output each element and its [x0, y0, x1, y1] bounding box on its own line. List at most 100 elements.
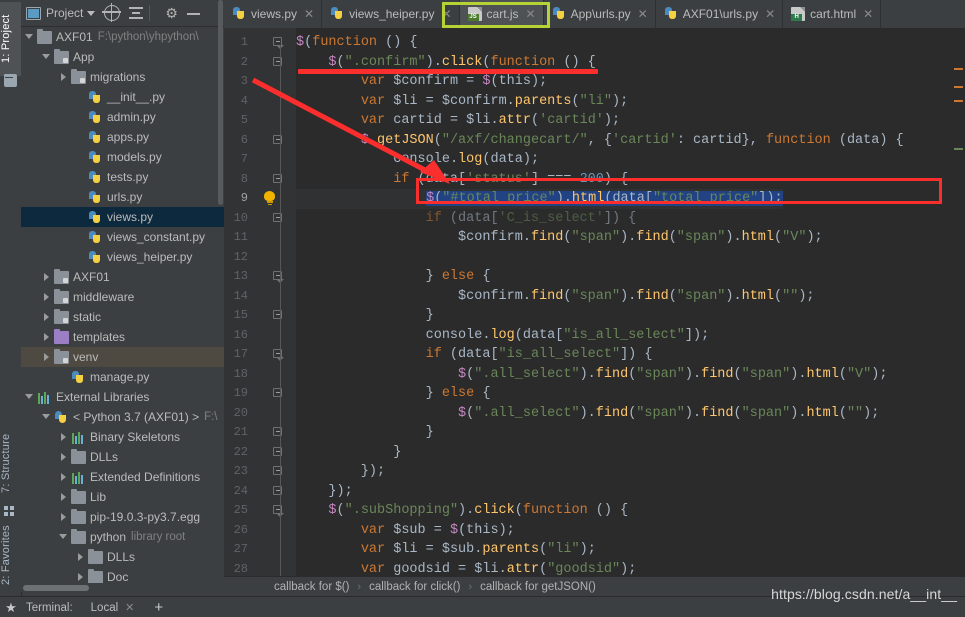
code-fold-toggle[interactable] [272, 446, 284, 458]
editor-gutter[interactable]: 1 2 3 4 5 6 7 8 9 10 11 12 13 14 15 16 17 18 19 20 21 22 23 24 2… [224, 28, 296, 576]
add-terminal-button[interactable]: + [154, 600, 163, 615]
chevron-down-icon[interactable] [25, 392, 35, 402]
chevron-right-icon[interactable] [59, 492, 69, 502]
code-line[interactable]: if (data["is_all_select"]) { [296, 345, 653, 365]
chevron-right-icon[interactable] [42, 352, 52, 362]
tree-item[interactable]: DLLs [21, 547, 224, 567]
terminal-label[interactable]: Terminal: [26, 602, 73, 614]
close-icon[interactable]: ✕ [863, 8, 873, 20]
close-icon[interactable]: ✕ [526, 8, 536, 20]
tree-item[interactable]: manage.py [21, 367, 224, 387]
code-fold-toggle[interactable] [272, 56, 284, 68]
close-icon[interactable]: ✕ [441, 8, 451, 20]
chevron-right-icon[interactable] [42, 312, 52, 322]
tree-item[interactable]: venv [21, 347, 224, 367]
code-line[interactable]: $confirm.find("span").find("span").html(… [296, 287, 815, 307]
tree-item[interactable]: python library root [21, 527, 224, 547]
close-icon[interactable]: ✕ [638, 8, 648, 20]
tree-item[interactable]: views.py [21, 207, 224, 227]
tree-item[interactable]: Extended Definitions [21, 467, 224, 487]
code-fold-toggle[interactable] [272, 134, 284, 146]
intention-bulb-icon[interactable] [264, 191, 275, 205]
chevron-right-icon[interactable] [59, 472, 69, 482]
close-icon[interactable]: ✕ [765, 8, 775, 20]
tree-item[interactable]: urls.py [21, 187, 224, 207]
tree-item[interactable]: App [21, 47, 224, 67]
editor-vertical-scrollbar[interactable] [952, 28, 965, 576]
code-fold-toggle[interactable] [272, 426, 284, 438]
code-line[interactable]: }); [296, 482, 352, 502]
tree-item[interactable]: views_constant.py [21, 227, 224, 247]
code-fold-toggle[interactable] [272, 309, 284, 321]
tree-item[interactable]: migrations [21, 67, 224, 87]
editor-tab[interactable]: views_heiper.py ✕ [322, 0, 460, 28]
tree-item[interactable]: < Python 3.7 (AXF01) > F:\ [21, 407, 224, 427]
code-line[interactable]: $confirm.find("span").find("span").html(… [296, 228, 823, 248]
code-fold-toggle[interactable] [272, 504, 284, 517]
editor-tab-bar[interactable]: views.py✕views_heiper.py✕cart.js✕App\url… [224, 0, 965, 29]
chevron-down-icon[interactable] [87, 10, 96, 16]
chevron-right-icon[interactable] [59, 432, 69, 442]
editor-tab[interactable]: App\urls.py ✕ [543, 0, 656, 28]
code-line[interactable]: $(".all_select").find("span").find("span… [296, 365, 887, 385]
tree-item[interactable]: admin.py [21, 107, 224, 127]
code-line[interactable]: }); [296, 462, 385, 482]
code-line[interactable]: var $li = $confirm.parents("li"); [296, 92, 628, 112]
code-fold-toggle[interactable] [272, 387, 284, 399]
chevron-right-icon[interactable] [76, 572, 86, 582]
code-line[interactable]: $("#total_price").html(data["total_price… [296, 189, 783, 209]
code-editor[interactable]: 1 2 3 4 5 6 7 8 9 10 11 12 13 14 15 16 17 18 19 20 21 22 23 24 2… [224, 28, 965, 576]
code-line[interactable]: } [296, 306, 434, 326]
editor-tab[interactable]: AXF01\urls.py ✕ [655, 0, 784, 28]
chevron-right-icon[interactable] [76, 552, 86, 562]
tree-item[interactable]: External Libraries [21, 387, 224, 407]
tree-item[interactable]: Lib [21, 487, 224, 507]
breadcrumb-item[interactable]: callback for $() [274, 581, 349, 593]
code-line[interactable]: } [296, 423, 434, 443]
tree-item[interactable]: static [21, 307, 224, 327]
project-tree[interactable]: AXF01 F:\python\yhpython\ App migrations __i… [21, 27, 224, 585]
tree-item[interactable]: Binary Skeletons [21, 427, 224, 447]
tree-item[interactable]: templates [21, 327, 224, 347]
chevron-right-icon[interactable] [42, 292, 52, 302]
close-icon[interactable]: ✕ [304, 8, 314, 20]
chevron-right-icon[interactable] [59, 72, 69, 82]
code-fold-toggle[interactable] [272, 485, 284, 497]
hide-panel-icon[interactable] [186, 6, 201, 20]
editor-tab[interactable]: views.py ✕ [224, 0, 323, 28]
editor-tab[interactable]: cart.html ✕ [783, 0, 882, 28]
code-fold-toggle[interactable] [272, 270, 284, 283]
tool-window-tab-structure[interactable]: 7: Structure [0, 424, 21, 502]
tree-item[interactable]: tests.py [21, 167, 224, 187]
chevron-down-icon[interactable] [42, 52, 52, 62]
tree-item[interactable]: AXF01 [21, 267, 224, 287]
code-line[interactable]: var $sub = $(this); [296, 521, 515, 541]
tree-item[interactable]: models.py [21, 147, 224, 167]
breadcrumb-item[interactable]: callback for getJSON() [480, 581, 596, 593]
collapse-all-icon[interactable] [129, 6, 144, 20]
code-line[interactable]: if (data['status'] === 200) { [296, 170, 628, 190]
code-line[interactable]: $(".all_select").find("span").find("span… [296, 404, 879, 424]
code-line[interactable]: var goodsid = $li.attr("goodsid"); [296, 560, 637, 577]
tree-item[interactable]: DLLs [21, 447, 224, 467]
editor-code-area[interactable]: $(function () { $(".confirm").click(func… [296, 28, 965, 576]
code-line[interactable]: console.log(data["is_all_select"]); [296, 326, 710, 346]
code-line[interactable]: var $li = $sub.parents("li"); [296, 540, 596, 560]
settings-gear-icon[interactable]: ⚙ [165, 6, 178, 20]
code-fold-toggle[interactable] [272, 212, 284, 224]
tree-item[interactable]: middleware [21, 287, 224, 307]
chevron-right-icon[interactable] [42, 272, 52, 282]
tree-item[interactable]: views_heiper.py [21, 247, 224, 267]
tree-item[interactable]: apps.py [21, 127, 224, 147]
chevron-down-icon[interactable] [59, 532, 69, 542]
chevron-right-icon[interactable] [59, 452, 69, 462]
code-line[interactable]: $(function () { [296, 33, 418, 53]
code-fold-toggle[interactable] [272, 173, 284, 185]
chevron-right-icon[interactable] [42, 332, 52, 342]
chevron-down-icon[interactable] [25, 32, 35, 42]
code-line[interactable]: console.log(data); [296, 150, 539, 170]
tree-item[interactable]: pip-19.0.3-py3.7.egg [21, 507, 224, 527]
tree-vertical-scrollbar[interactable] [217, 0, 224, 205]
code-line[interactable]: $(".subShopping").click(function () { [296, 501, 628, 521]
code-fold-toggle[interactable] [272, 36, 284, 49]
